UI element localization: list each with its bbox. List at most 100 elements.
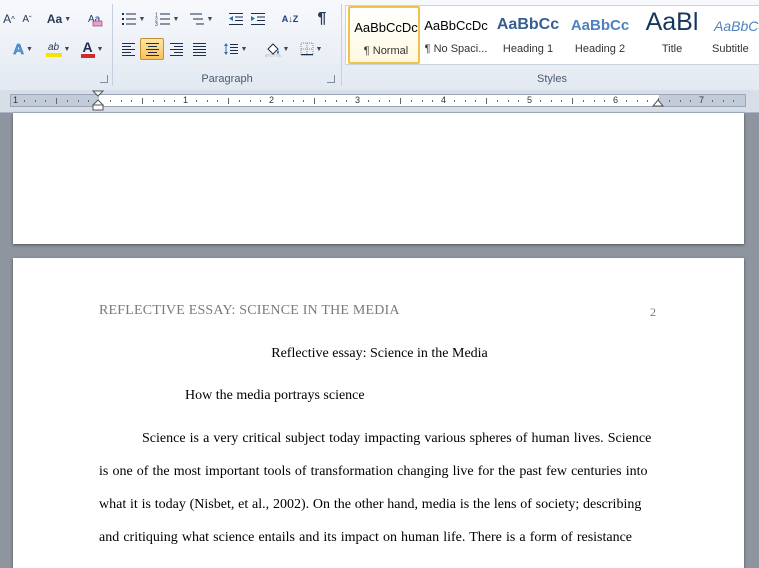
font-color-icon: A [82, 39, 93, 55]
change-case-icon: Aa [46, 12, 63, 26]
align-left-button[interactable] [117, 38, 139, 60]
ruler-tick [324, 100, 326, 102]
section-heading: How the media portrays science [185, 388, 365, 403]
ruler-tick [486, 98, 487, 104]
ruler-tick [711, 100, 713, 102]
align-left-icon [121, 42, 135, 56]
change-case-button[interactable]: Aa ▼ [44, 8, 74, 30]
sort-icon-label: A↓Z [281, 13, 299, 24]
highlight-button[interactable]: ab ▼ [42, 38, 74, 60]
style-normal[interactable]: AaBbCcDc ¶ Normal [348, 6, 420, 64]
font-dialog-launcher[interactable] [100, 75, 108, 83]
font-color-swatch [80, 54, 95, 58]
ruler-tick [206, 100, 208, 102]
style-subtitle[interactable]: AaBbCc Subtitle [708, 6, 759, 64]
svg-text:3: 3 [155, 22, 158, 26]
numbering-button[interactable]: 1 2 3 ▼ [151, 8, 183, 30]
ruler-tick [228, 98, 229, 104]
right-indent-marker-icon[interactable] [652, 98, 664, 108]
paragraph-line: what it is today (Nisbet, et al., 2002).… [99, 497, 642, 512]
ruler-tick [582, 100, 584, 102]
ruler-tick [195, 100, 197, 102]
pilcrow-icon: ¶ [317, 10, 327, 27]
font-color-button[interactable]: A ▼ [76, 38, 108, 60]
ruler-tick [733, 100, 735, 102]
style-title[interactable]: AaBl Title [636, 6, 708, 64]
align-right-button[interactable] [165, 38, 187, 60]
ruler-number: 1 [183, 95, 189, 105]
ruler-tick [518, 100, 520, 102]
page-number: 2 [650, 305, 656, 319]
sort-button[interactable]: A↓Z [279, 8, 301, 30]
paragraph-line: and critiquing what science entails and … [99, 530, 633, 545]
decrease-indent-button[interactable] [225, 8, 247, 30]
highlighter-icon: ab [47, 41, 60, 53]
paragraph-dialog-launcher[interactable] [327, 75, 335, 83]
ruler-tick [572, 98, 573, 104]
ruler-tick [56, 98, 57, 104]
bullets-button[interactable]: ▼ [117, 8, 149, 30]
styles-group-label: Styles [537, 73, 567, 85]
ruler-tick [647, 100, 649, 102]
horizontal-ruler[interactable]: 1 1 2 3 4 5 6 7 [0, 90, 759, 113]
ruler-tick [23, 100, 25, 102]
ruler-tick [475, 100, 477, 102]
style-name: ¶ No Spaci... [424, 43, 488, 55]
ruler-number: 2 [269, 95, 275, 105]
clear-formatting-button[interactable]: Aa [84, 8, 106, 30]
ruler-tick [496, 100, 498, 102]
ruler-tick [77, 100, 79, 102]
page-1-bottom[interactable] [13, 113, 744, 244]
font-group: A ^ Aˇ Aa ▼ Aa A ▼ ab ▼ A ▼ [0, 0, 112, 90]
ruler-tick [690, 100, 692, 102]
ruler-tick [550, 100, 552, 102]
style-preview: AaBbCc [496, 16, 560, 33]
grow-font-icon: A [3, 12, 12, 26]
ruler-tick [389, 100, 391, 102]
ruler-tick [34, 100, 36, 102]
paint-bucket-icon [265, 43, 280, 57]
indent-marker-icon[interactable] [92, 90, 104, 112]
shading-button[interactable]: ▼ [261, 38, 293, 60]
sort-icon: A↓Z [281, 13, 299, 24]
ruler-tick [45, 100, 47, 102]
ruler-tick [507, 100, 509, 102]
style-heading-2[interactable]: AaBbCc Heading 2 [564, 6, 636, 64]
shrink-font-icon: A [22, 13, 29, 25]
ruler-tick [604, 100, 606, 102]
numbering-icon: 123 [155, 13, 170, 26]
ruler-tick [464, 100, 466, 102]
line-spacing-button[interactable]: ▼ [219, 38, 251, 60]
ruler-tick [625, 100, 627, 102]
ruler-tick [314, 98, 315, 104]
clear-formatting-icon: Aa [88, 14, 103, 27]
multilevel-list-button[interactable]: ▼ [185, 8, 217, 30]
styles-gallery: AaBbCcDc ¶ Normal AaBbCcDc ¶ No Spaci...… [345, 5, 759, 65]
justify-button[interactable] [188, 38, 210, 60]
style-name: ¶ Normal [363, 45, 409, 57]
group-separator [341, 4, 342, 86]
ruler-tick [346, 100, 348, 102]
shrink-font-button[interactable]: Aˇ [18, 8, 36, 30]
style-preview: AaBbCc [570, 17, 630, 34]
align-center-button[interactable] [140, 38, 164, 60]
decrease-indent-icon [229, 13, 243, 25]
ruler-number: 1 [13, 95, 19, 105]
borders-button[interactable]: ▼ [295, 38, 327, 60]
line-spacing-icon [223, 43, 238, 55]
style-no-spacing[interactable]: AaBbCcDc ¶ No Spaci... [420, 6, 492, 64]
highlight-color-swatch [45, 52, 62, 57]
grow-font-button[interactable]: A ^ [0, 8, 18, 30]
ruler-tick [432, 100, 434, 102]
style-heading-1[interactable]: AaBbCc Heading 1 [492, 6, 564, 64]
ruler-tick [281, 100, 283, 102]
increase-indent-button[interactable] [247, 8, 269, 30]
paragraph-group: ▼ 1 2 3 ▼ ▼ A↓Z ¶ ▼ ▼ ▼ Paragraph [113, 0, 341, 90]
show-formatting-button[interactable]: ¶ [311, 8, 333, 30]
style-name: Heading 1 [502, 43, 554, 55]
style-preview: AaBbCc [714, 18, 759, 34]
paragraph-line: is one of the most important tools of tr… [99, 464, 648, 479]
ruler-tick [292, 100, 294, 102]
align-center-icon [145, 42, 159, 56]
text-effects-button[interactable]: A ▼ [6, 38, 40, 60]
